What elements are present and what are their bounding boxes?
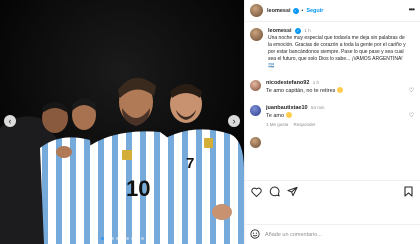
- post-header: leomessi ✓ • Seguir •••: [245, 0, 420, 22]
- commenter-avatar[interactable]: [250, 137, 261, 148]
- carousel-dot: [105, 237, 109, 240]
- carousel-dots: [0, 237, 244, 240]
- comments-list[interactable]: leomessi ✓ 1 h Una noche muy especial qu…: [245, 22, 420, 180]
- comment-like-heart-icon[interactable]: ♡: [409, 87, 414, 94]
- carousel-dot: [110, 237, 114, 240]
- verified-badge-icon: ✓: [294, 28, 301, 34]
- comment-time: 54 min: [310, 105, 325, 110]
- header-separator: •: [301, 7, 304, 14]
- jersey-number-10: 10: [126, 176, 150, 201]
- carousel-dot: [140, 237, 144, 240]
- next-image-button[interactable]: ›: [228, 115, 240, 127]
- share-icon[interactable]: [286, 186, 298, 198]
- comment-likes[interactable]: 1 Me gusta: [266, 122, 288, 127]
- caption-text: Una noche muy especial que todavía me de…: [268, 35, 406, 69]
- heart-eyes-face-icon: [285, 112, 292, 118]
- commenter-avatar[interactable]: [250, 105, 261, 116]
- caption-time: 1 h: [304, 28, 311, 33]
- comment-icon[interactable]: [268, 186, 280, 198]
- caption-row: leomessi ✓ 1 h Una noche muy especial qu…: [250, 28, 416, 70]
- carousel-dot: [115, 237, 119, 240]
- author-avatar[interactable]: [250, 4, 263, 17]
- carousel-dot: [130, 237, 134, 240]
- carousel-dot: [135, 237, 139, 240]
- post-photo: 10 7: [0, 0, 244, 244]
- comment-text: Te amo: [266, 113, 285, 119]
- add-comment-input[interactable]: [265, 231, 405, 238]
- bookmark-icon[interactable]: [402, 186, 414, 198]
- more-horizontal-icon[interactable]: •••: [409, 6, 415, 14]
- author-username[interactable]: leomessi: [267, 8, 291, 14]
- post-sidebar: leomessi ✓ • Seguir ••• leomessi ✓ 1 h U…: [244, 0, 420, 244]
- carousel-dot: [100, 237, 104, 240]
- comment-username[interactable]: juanbautistae10: [266, 105, 308, 111]
- author-avatar[interactable]: [250, 28, 263, 41]
- heart-icon[interactable]: [250, 186, 262, 198]
- crying-face-icon: [336, 87, 343, 93]
- comment-like-heart-icon[interactable]: ♡: [409, 112, 414, 119]
- comment-text: Te amo capitán, no te retires: [266, 88, 336, 94]
- comment-item: [250, 137, 416, 148]
- verified-badge-icon: ✓: [292, 7, 299, 14]
- carousel-dot: [120, 237, 124, 240]
- previous-image-button[interactable]: ‹: [4, 115, 16, 127]
- comment-time: 1 h: [312, 80, 320, 85]
- commenter-avatar[interactable]: [250, 80, 261, 91]
- reply-button[interactable]: Responder: [294, 122, 316, 127]
- follow-button[interactable]: Seguir: [306, 8, 323, 14]
- caption-username[interactable]: leomessi: [268, 28, 292, 34]
- post-actions-bar: [245, 180, 420, 198]
- comment-item: nicodestefano92 1 h Te amo capitán, no t…: [250, 80, 416, 95]
- comment-item: juanbautistae10 54 min Te amo 1 Me gusta…: [250, 105, 416, 127]
- comment-username[interactable]: nicodestefano92: [266, 80, 309, 86]
- carousel-dot: [125, 237, 129, 240]
- post-media[interactable]: 10 7 ‹ ›: [0, 0, 244, 244]
- jersey-number-7: 7: [186, 155, 194, 172]
- emoji-picker-icon[interactable]: [250, 226, 260, 244]
- instagram-post: 10 7 ‹ › leomessi ✓ • Seguir ••• leomess…: [0, 0, 420, 244]
- add-comment-bar: [245, 224, 420, 244]
